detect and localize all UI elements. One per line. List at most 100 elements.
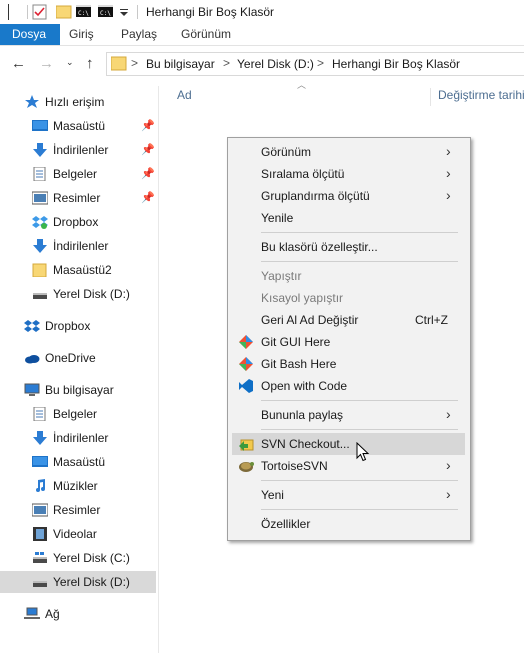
navigation-pane: Hızlı erişim Masaüstü 📌 İndirilenler 📌 B… bbox=[0, 86, 158, 653]
nav-pc-documents[interactable]: Belgeler bbox=[0, 403, 156, 425]
nav-dropbox[interactable]: Dropbox bbox=[0, 211, 156, 233]
properties-icon[interactable] bbox=[32, 4, 48, 20]
nav-label: Masaüstü bbox=[53, 119, 106, 133]
tab-view[interactable]: Görünüm bbox=[169, 24, 243, 45]
nav-label: İndirilenler bbox=[53, 239, 109, 253]
nav-documents[interactable]: Belgeler 📌 bbox=[0, 163, 156, 185]
nav-downloads[interactable]: İndirilenler 📌 bbox=[0, 139, 156, 161]
sort-ascending-icon: ︿ bbox=[297, 80, 307, 90]
chevron-right-icon: › bbox=[446, 187, 451, 203]
nav-pictures[interactable]: Resimler 📌 bbox=[0, 187, 156, 209]
mouse-cursor-icon bbox=[356, 442, 370, 462]
menu-item-git-bash[interactable]: Git Bash Here bbox=[232, 353, 465, 375]
svg-text:C:\: C:\ bbox=[100, 10, 111, 17]
chevron-right-icon: › bbox=[446, 143, 451, 159]
svn-checkout-icon bbox=[239, 439, 254, 451]
menu-item-git-gui[interactable]: Git GUI Here bbox=[232, 331, 465, 353]
menu-item-sort-by[interactable]: Sıralama ölçütü › bbox=[232, 163, 465, 185]
nav-label: Resimler bbox=[53, 503, 101, 517]
nav-pc-pictures[interactable]: Resimler bbox=[0, 499, 156, 521]
menu-item-group-by[interactable]: Gruplandırma ölçütü › bbox=[232, 185, 465, 207]
menu-item-refresh[interactable]: Yenile bbox=[232, 207, 465, 229]
up-arrow-icon[interactable]: ↑ bbox=[86, 55, 94, 72]
address-bar[interactable]: > Bu bilgisayar > Yerel Disk (D:) > Herh… bbox=[106, 52, 524, 76]
nav-pc-downloads[interactable]: İndirilenler bbox=[0, 427, 156, 449]
tab-share[interactable]: Paylaş bbox=[109, 24, 169, 45]
menu-item-tortoisesvn[interactable]: TortoiseSVN › bbox=[232, 455, 465, 477]
cmd-icon[interactable]: C:\ bbox=[76, 4, 92, 19]
nav-dropbox-root[interactable]: Dropbox bbox=[0, 315, 156, 337]
pin-icon[interactable]: 📌 bbox=[141, 143, 155, 156]
menu-item-open-with-code[interactable]: Open with Code bbox=[232, 375, 465, 397]
pictures-icon bbox=[32, 191, 48, 205]
cmd-admin-icon[interactable]: C:\ bbox=[98, 4, 114, 19]
forward-arrow-icon[interactable]: → bbox=[39, 55, 54, 72]
nav-label: Videolar bbox=[53, 527, 97, 541]
menu-item-svn-checkout[interactable]: SVN Checkout... bbox=[232, 433, 465, 455]
desktop-icon bbox=[32, 120, 48, 131]
nav-desktop[interactable]: Masaüstü 📌 bbox=[0, 115, 156, 137]
nav-drive-d-quick[interactable]: Yerel Disk (D:) bbox=[0, 283, 156, 305]
tortoise-icon bbox=[239, 462, 254, 472]
nav-pc-music[interactable]: Müzikler bbox=[0, 475, 156, 497]
breadcrumb-this-pc[interactable]: Bu bilgisayar bbox=[146, 57, 215, 71]
menu-item-share-with[interactable]: Bununla paylaş › bbox=[232, 404, 465, 426]
pane-divider[interactable] bbox=[158, 86, 159, 653]
menu-item-new[interactable]: Yeni › bbox=[232, 484, 465, 506]
menu-item-view[interactable]: Görünüm › bbox=[232, 141, 465, 163]
nav-label: Belgeler bbox=[53, 407, 98, 421]
menu-item-customize-folder[interactable]: Bu klasörü özelleştir... bbox=[232, 236, 465, 258]
pin-icon[interactable]: 📌 bbox=[141, 167, 155, 180]
drive-icon bbox=[33, 552, 47, 563]
back-arrow-icon[interactable]: ← bbox=[11, 55, 26, 72]
customize-dropdown-icon[interactable] bbox=[120, 9, 129, 17]
menu-item-properties[interactable]: Özellikler bbox=[232, 513, 465, 535]
nav-pc-videos[interactable]: Videolar bbox=[0, 523, 156, 545]
title-separator bbox=[137, 5, 138, 19]
nav-this-pc[interactable]: Bu bilgisayar bbox=[0, 379, 156, 401]
nav-downloads-2[interactable]: İndirilenler bbox=[0, 235, 156, 257]
chevron-right-icon: › bbox=[446, 457, 451, 473]
menu-separator bbox=[261, 232, 458, 233]
menu-label: Özellikler bbox=[261, 517, 311, 531]
menu-label: SVN Checkout... bbox=[261, 437, 350, 451]
pin-icon[interactable]: 📌 bbox=[141, 191, 155, 204]
nav-pc-drive-d[interactable]: Yerel Disk (D:) bbox=[0, 571, 156, 593]
qa-separator bbox=[27, 5, 28, 19]
menu-label: Görünüm bbox=[261, 145, 312, 159]
tab-home[interactable]: Giriş bbox=[57, 24, 106, 45]
tab-file[interactable]: Dosya bbox=[0, 24, 61, 45]
column-separator[interactable] bbox=[430, 88, 431, 106]
nav-pc-desktop[interactable]: Masaüstü bbox=[0, 451, 156, 473]
menu-item-undo-rename[interactable]: Geri Al Ad Değiştir Ctrl+Z bbox=[232, 309, 465, 331]
menu-separator bbox=[261, 429, 458, 430]
nav-label: İndirilenler bbox=[53, 143, 109, 157]
breadcrumb-current-folder[interactable]: Herhangi Bir Boş Klasör bbox=[332, 57, 460, 71]
menu-label: Git GUI Here bbox=[261, 335, 331, 349]
menu-separator bbox=[261, 400, 458, 401]
nav-label: Masaüstü2 bbox=[53, 263, 112, 277]
folder-icon[interactable] bbox=[8, 4, 22, 20]
nav-quick-access[interactable]: Hızlı erişim bbox=[0, 91, 156, 113]
folder-icon bbox=[32, 263, 47, 277]
breadcrumb-separator: > bbox=[131, 56, 139, 70]
nav-network[interactable]: Ağ bbox=[0, 603, 156, 625]
nav-onedrive[interactable]: OneDrive bbox=[0, 347, 156, 369]
download-icon bbox=[33, 143, 47, 157]
new-folder-icon[interactable] bbox=[56, 4, 72, 19]
nav-pc-drive-c[interactable]: Yerel Disk (C:) bbox=[0, 547, 156, 569]
menu-label: Yapıştır bbox=[261, 269, 302, 283]
window-title: Herhangi Bir Boş Klasör bbox=[146, 5, 275, 19]
drive-icon bbox=[33, 293, 47, 299]
menu-label: Yenile bbox=[261, 211, 294, 225]
pin-icon[interactable]: 📌 bbox=[141, 119, 155, 132]
nav-desktop2[interactable]: Masaüstü2 bbox=[0, 259, 156, 281]
computer-icon bbox=[24, 383, 40, 396]
breadcrumb-drive-d[interactable]: Yerel Disk (D:) bbox=[237, 57, 314, 71]
column-header-name[interactable]: Ad bbox=[177, 88, 192, 102]
column-header-modified[interactable]: Değiştirme tarihi bbox=[438, 88, 524, 102]
recent-locations-icon[interactable]: ⌄ bbox=[66, 57, 74, 68]
menu-label: Sıralama ölçütü bbox=[261, 167, 345, 181]
menu-label: Gruplandırma ölçütü bbox=[261, 189, 370, 203]
download-icon bbox=[33, 239, 47, 253]
